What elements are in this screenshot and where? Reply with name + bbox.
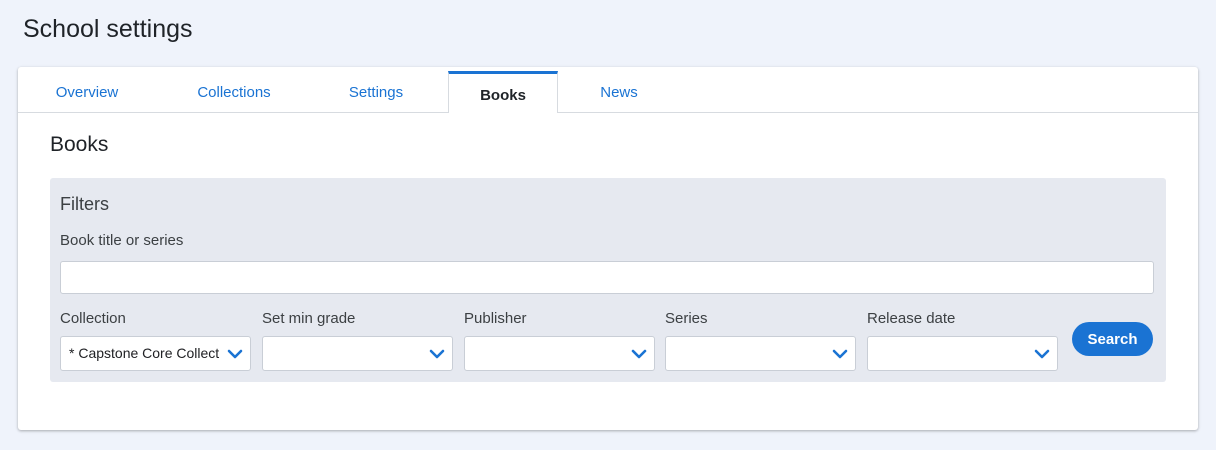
filters-panel: Filters Book title or series Collection … (50, 178, 1166, 382)
chevron-down-icon (1034, 349, 1050, 359)
filters-heading: Filters (60, 194, 109, 214)
series-select[interactable] (665, 336, 856, 371)
chevron-down-icon (429, 349, 445, 359)
settings-card: Overview Collections Settings Books News… (18, 67, 1198, 430)
release-date-select[interactable] (867, 336, 1058, 371)
collection-label: Collection (60, 310, 126, 327)
release-date-label: Release date (867, 310, 956, 327)
chevron-down-icon (227, 349, 243, 359)
search-button[interactable]: Search (1072, 322, 1153, 356)
min-grade-select[interactable] (262, 336, 453, 371)
collection-select[interactable]: * Capstone Core Collection (60, 336, 251, 371)
series-label: Series (665, 310, 708, 327)
section-title: Books (50, 133, 109, 156)
chevron-down-icon (631, 349, 647, 359)
tab-news[interactable]: News (580, 67, 658, 112)
publisher-select[interactable] (464, 336, 655, 371)
publisher-label: Publisher (464, 310, 527, 327)
tab-books[interactable]: Books (448, 71, 558, 113)
chevron-down-icon (832, 349, 848, 359)
book-title-label: Book title or series (60, 232, 184, 249)
tab-overview[interactable]: Overview (36, 67, 138, 112)
collection-select-value: * Capstone Core Collection (69, 345, 220, 361)
book-title-input[interactable] (60, 261, 1154, 294)
tab-bar: Overview Collections Settings Books News (18, 67, 1198, 113)
page-title: School settings (23, 15, 193, 43)
tab-collections[interactable]: Collections (176, 67, 292, 112)
tab-settings[interactable]: Settings (328, 67, 424, 112)
min-grade-label: Set min grade (262, 310, 356, 327)
